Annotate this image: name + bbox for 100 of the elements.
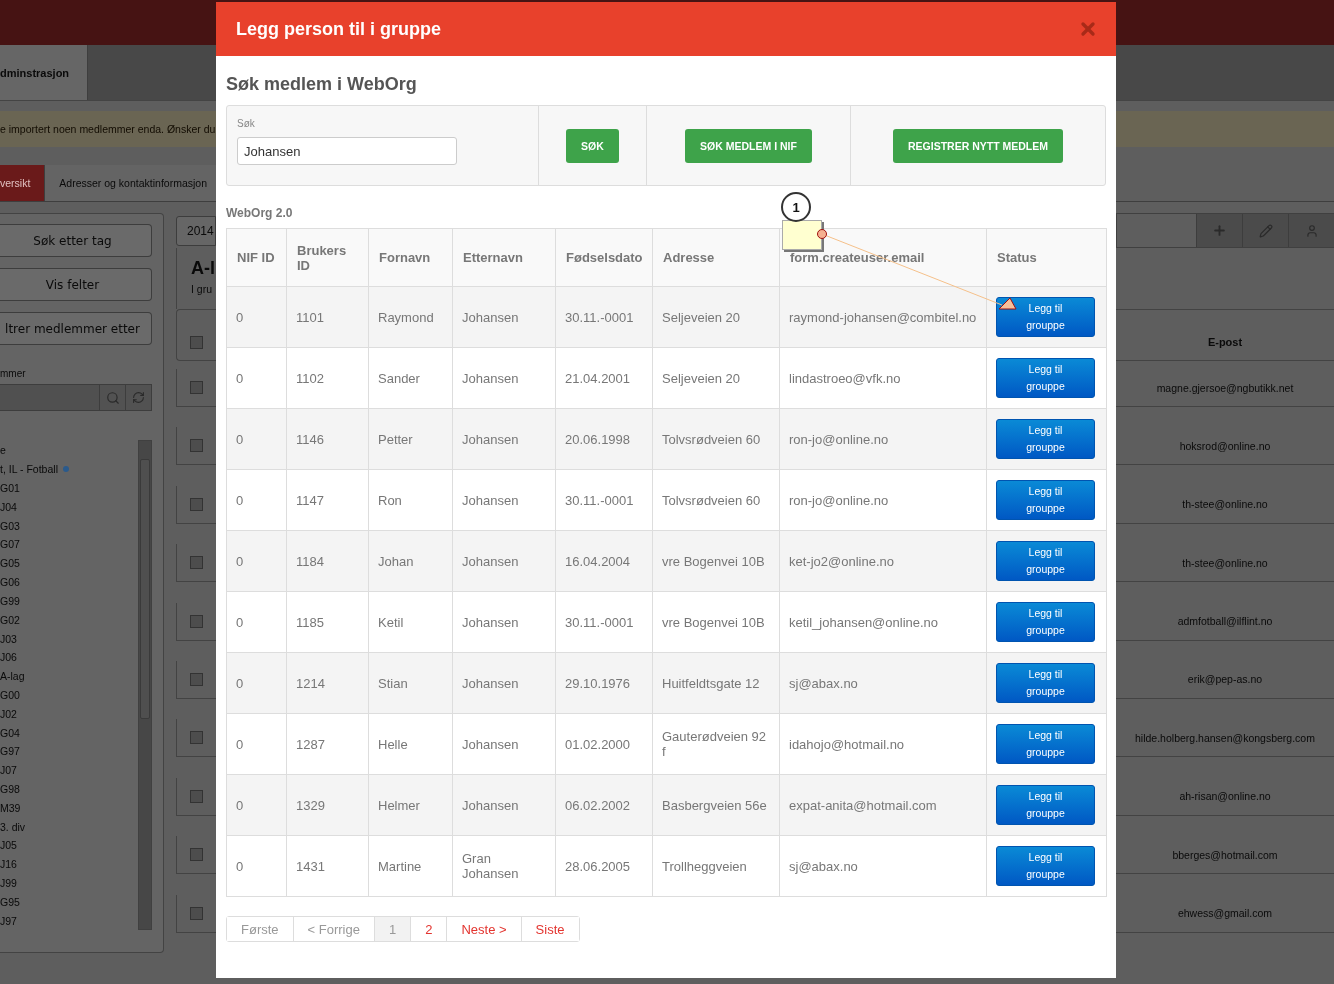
add-to-group-button[interactable]: Legg til grouppe [996,663,1095,703]
scrollbar[interactable] [138,440,152,930]
group-list-item[interactable]: J02 [0,704,138,724]
group-list-item[interactable]: G98 [0,779,138,799]
add-to-group-button[interactable]: Legg til grouppe [996,419,1095,459]
add-to-group-button[interactable]: Legg til grouppe [996,541,1095,581]
table-cell: 0 [226,652,287,714]
group-list-item[interactable]: G04 [0,723,138,742]
select-all-checkbox[interactable] [190,336,203,349]
sidebar-button[interactable]: Vis felter [0,268,152,301]
add-to-group-button[interactable]: Legg til grouppe [996,480,1095,520]
row-checkbox[interactable] [190,906,203,920]
group-list-item[interactable]: G01 [0,478,138,498]
table-cell: 1329 [286,774,369,836]
table-cell: Helle [368,713,453,775]
add-to-group-button[interactable]: Legg til grouppe [996,297,1095,337]
close-icon[interactable] [1078,19,1098,39]
sidebar-button[interactable]: ltrer medlemmer etter [0,312,152,345]
table-cell: sj@abax.no [779,835,987,897]
group-list-item[interactable]: G00 [0,685,138,705]
group-list-item[interactable]: 3. div [0,817,138,837]
group-list-item[interactable]: J07 [0,760,138,780]
group-list-item[interactable]: G97 [0,742,138,761]
table-cell: 0 [226,347,287,409]
row-checkbox[interactable] [190,672,203,686]
row-checkbox[interactable] [190,614,203,628]
add-to-group-button[interactable]: Legg til grouppe [996,602,1095,642]
table-cell: 28.06.2005 [555,835,653,897]
group-list-item[interactable]: A-lag [0,666,138,686]
row-checkbox[interactable] [190,556,203,570]
add-to-group-button[interactable]: Legg til grouppe [996,358,1095,398]
table-cell: 30.11.-0001 [555,286,653,348]
group-list-item[interactable]: J99 [0,873,138,893]
pagination-link[interactable]: 1 [373,917,411,941]
modal-title: Legg person til i gruppe [236,18,441,40]
column-header: Adresse [652,228,780,287]
add-to-group-button[interactable]: Legg til grouppe [996,785,1095,825]
edit-icon[interactable] [1242,214,1288,247]
email-cell: erik@pep-as.no [1187,673,1263,686]
table-cell: Johansen [452,408,556,470]
table-cell: ket-jo2@online.no [779,530,987,592]
group-list-item[interactable]: e [0,441,138,460]
search-field[interactable] [0,384,152,411]
group-list-item[interactable]: J05 [0,836,138,855]
table-cell: Seljeveien 20 [652,286,780,348]
search-button[interactable]: SØK MEDLEM I NIF [685,128,812,163]
table-cell: Gran Johansen [452,835,556,897]
row-checkbox[interactable] [190,381,203,394]
group-list-item[interactable]: G07 [0,535,138,554]
table-cell: 1431 [286,835,369,897]
pagination-link[interactable]: Siste [520,917,579,941]
group-list-item[interactable]: t, IL - Fotball [0,459,138,479]
group-list-item[interactable]: J97 [0,911,138,931]
table-cell: Ketil [368,591,453,653]
add-icon[interactable] [1196,214,1242,247]
table-cell: ketil_johansen@online.no [779,591,987,653]
table-cell: Johansen [452,591,556,653]
table-cell: 0 [226,713,287,775]
column-header: Etternavn [452,228,556,287]
row-checkbox[interactable] [190,497,203,511]
group-list-item[interactable]: G05 [0,553,138,573]
year-select[interactable]: 2014 [176,216,216,246]
group-list-item[interactable]: J03 [0,629,138,648]
user-icon[interactable] [1288,214,1334,247]
group-list-item[interactable]: M39 [0,798,138,818]
table-cell: Johansen [452,652,556,714]
table-cell: idahojo@hotmail.no [779,713,987,775]
nav-tab[interactable]: dminstrasjon [0,45,88,100]
group-list-item[interactable]: J16 [0,854,138,874]
table-cell: 1147 [286,469,369,531]
table-cell: Basbergveien 56e [652,774,780,836]
group-list-item[interactable]: G06 [0,572,138,592]
add-to-group-button[interactable]: Legg til grouppe [996,724,1095,764]
email-cell: admfotball@ilflint.no [1177,615,1273,628]
search-button[interactable]: SØK [566,128,619,163]
table-cell: 0 [226,835,287,897]
add-to-group-button[interactable]: Legg til grouppe [996,846,1095,886]
row-checkbox[interactable] [190,789,203,803]
search-field[interactable]: Johansen [237,137,457,165]
group-list-item[interactable]: G99 [0,591,138,611]
row-checkbox[interactable] [190,439,203,453]
sticky-note [782,220,822,250]
group-list-item[interactable]: G95 [0,892,138,912]
table-cell: 01.02.2000 [555,713,653,775]
tab[interactable]: versikt [0,165,46,201]
sidebar-button[interactable]: Søk etter tag [0,224,152,257]
table-cell: 0 [226,286,287,348]
group-list-item[interactable]: G02 [0,610,138,630]
table-cell: Ron [368,469,453,531]
row-checkbox[interactable] [190,731,203,745]
group-list-item[interactable]: J06 [0,647,138,667]
table-cell: 1185 [286,591,369,653]
group-list-item[interactable]: G03 [0,516,138,536]
column-header: Fødselsdato [555,228,653,287]
email-cell: magne.gjersoe@ngbutikk.net [1156,381,1294,394]
alert-text: e importert noen medlemmer enda. Ønsker du [0,123,216,135]
group-list-item[interactable]: J04 [0,497,138,517]
row-checkbox[interactable] [190,848,203,862]
search-button[interactable]: REGISTRER NYTT MEDLEM [893,128,1063,163]
email-cell: hilde.holberg.hansen@kongsberg.com [1135,731,1315,744]
